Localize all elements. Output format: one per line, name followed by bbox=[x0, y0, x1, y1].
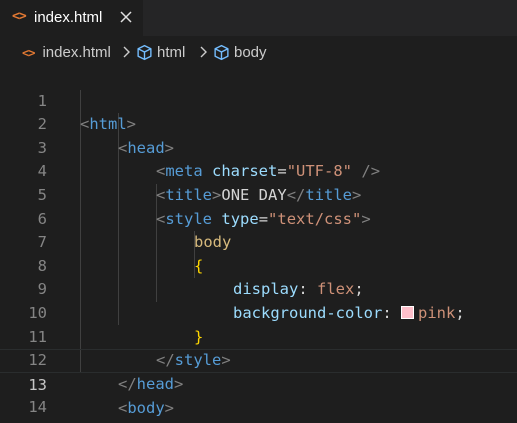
html-file-icon: <> bbox=[22, 45, 35, 60]
html-file-icon: <> bbox=[12, 9, 27, 24]
code-line[interactable]: 7 { bbox=[0, 208, 517, 275]
breadcrumb-label: index.html bbox=[42, 44, 111, 61]
code-line[interactable]: 12 </head> bbox=[0, 326, 517, 393]
code-line[interactable]: 14 </html> bbox=[0, 373, 517, 423]
code-line[interactable]: 6 body bbox=[0, 184, 517, 252]
code-line[interactable]: 5 <style type="text/css"> bbox=[0, 160, 517, 228]
breadcrumb: <> index.html html body bbox=[0, 36, 517, 66]
editor-tab-index-html[interactable]: <> index.html bbox=[0, 0, 143, 36]
code-line[interactable]: 2 <head> bbox=[0, 90, 517, 157]
code-line[interactable]: 1 <html> bbox=[0, 66, 517, 134]
breadcrumb-item-body[interactable]: body bbox=[213, 44, 267, 61]
code-line[interactable]: 4 <title>ONE DAY</title> bbox=[0, 137, 517, 204]
tab-title: index.html bbox=[34, 9, 103, 26]
symbol-element-icon bbox=[137, 44, 152, 61]
chevron-right-icon bbox=[200, 46, 207, 58]
breadcrumb-label: body bbox=[234, 44, 267, 61]
code-editor[interactable]: 1 <html> 2 <head> 3 <meta charset="UTF-8… bbox=[0, 66, 517, 423]
code-line-active[interactable]: 13 <body> bbox=[0, 349, 517, 417]
code-line[interactable]: 10 } bbox=[0, 278, 517, 346]
close-icon[interactable] bbox=[117, 6, 135, 28]
breadcrumb-item-file[interactable]: <> index.html bbox=[22, 44, 111, 61]
code-line[interactable]: 8 display: flex; bbox=[0, 231, 517, 299]
code-line[interactable]: 15 bbox=[0, 396, 517, 423]
code-line[interactable]: 11 </style> bbox=[0, 302, 517, 370]
breadcrumb-label: html bbox=[157, 44, 186, 61]
tab-bar: <> index.html bbox=[0, 0, 517, 36]
code-line[interactable]: 3 <meta charset="UTF-8" /> bbox=[0, 113, 517, 181]
chevron-right-icon bbox=[123, 46, 130, 58]
code-line[interactable]: 9 background-color: pink; bbox=[0, 255, 517, 322]
breadcrumb-item-html[interactable]: html bbox=[136, 44, 185, 61]
symbol-element-icon bbox=[214, 44, 229, 61]
